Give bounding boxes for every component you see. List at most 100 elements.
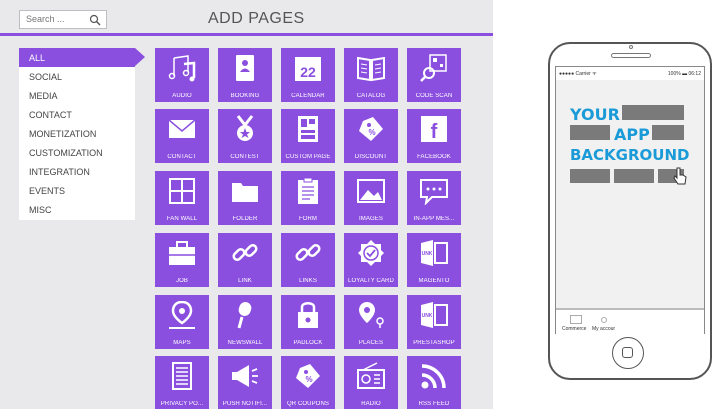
tile-label: FORM — [298, 216, 318, 222]
tile-fan-wall[interactable]: FAN WALL — [155, 171, 209, 225]
tile-facebook[interactable]: f FACEBOOK — [407, 109, 461, 163]
tile-contest[interactable]: CONTEST — [218, 109, 272, 163]
tile-label: FOLDER — [232, 216, 258, 222]
account-tab-icon[interactable] — [600, 316, 608, 324]
facebook-icon: f — [421, 116, 447, 143]
bg-text-app: APP — [614, 125, 650, 144]
category-contact[interactable]: CONTACT — [19, 105, 135, 124]
tile-maps[interactable]: MAPS — [155, 295, 209, 349]
chain-link-icon — [232, 243, 258, 262]
tile-audio[interactable]: AUDIO — [155, 48, 209, 102]
tile-job[interactable]: JOB — [155, 233, 209, 287]
top-bar: Search ... ADD PAGES — [0, 0, 493, 36]
chain-link-icon — [295, 243, 321, 262]
category-social[interactable]: SOCIAL — [19, 67, 135, 86]
status-bar: ●●●●● Carrier ᯤ 100% ▬ 06:12 — [556, 67, 704, 80]
loyalty-badge-icon — [358, 240, 384, 266]
tile-label: MAGENTO — [418, 278, 450, 284]
tile-radio[interactable]: RADIO — [344, 356, 398, 409]
category-list: ALL SOCIAL MEDIA CONTACT MONETIZATION CUSTOMI… — [19, 48, 145, 220]
magento-store-icon: UNK — [421, 240, 448, 266]
qr-scan-icon — [420, 54, 447, 82]
document-icon — [172, 362, 192, 390]
pointer-hand-icon — [673, 167, 687, 185]
tile-custom-page[interactable]: CUSTOM PAGE — [281, 109, 335, 163]
tile-label: BOOKING — [230, 93, 260, 99]
tile-rss-feed[interactable]: RSS FEED — [407, 356, 461, 409]
home-button — [612, 337, 644, 369]
tile-in-app-mes[interactable]: IN-APP MES... — [407, 171, 461, 225]
tile-label: IN-APP MES... — [413, 216, 455, 222]
tile-form[interactable]: FORM — [281, 171, 335, 225]
tile-link[interactable]: LINK — [218, 233, 272, 287]
tile-booking[interactable]: BOOKING — [218, 48, 272, 102]
tile-qr-coupons[interactable]: % QR COUPONS — [281, 356, 335, 409]
tile-label: LINK — [238, 278, 252, 284]
image-icon — [357, 179, 385, 203]
tile-label: IMAGES — [359, 216, 383, 222]
tile-catalog[interactable]: CATALOG — [344, 48, 398, 102]
tile-label: JOB — [176, 278, 188, 284]
category-all[interactable]: ALL — [19, 48, 145, 67]
app-background-preview[interactable]: YOUR APP BACKGROUND — [556, 80, 704, 308]
category-media[interactable]: MEDIA — [19, 86, 135, 105]
tile-loyalty-card[interactable]: LOYALTY CARD — [344, 233, 398, 287]
chat-bubble-icon — [420, 179, 448, 205]
tile-label: PRESTASHOP — [413, 340, 455, 346]
tile-label: LINKS — [299, 278, 317, 284]
phone-speaker — [611, 53, 651, 58]
search-input[interactable]: Search ... — [19, 10, 107, 29]
tile-magento[interactable]: UNK MAGENTO — [407, 233, 461, 287]
tile-places[interactable]: PLACES — [344, 295, 398, 349]
category-integration[interactable]: INTEGRATION — [19, 162, 135, 181]
svg-text:f: f — [431, 121, 438, 143]
envelope-icon — [168, 119, 196, 138]
category-misc[interactable]: MISC — [19, 200, 135, 219]
coupon-tag-icon: % — [296, 364, 320, 388]
tile-label: PUSH NOTIFI... — [222, 401, 268, 407]
tile-label: NEWSWALL — [227, 340, 263, 346]
search-icon[interactable] — [89, 14, 101, 26]
tab-commerce[interactable]: Commerce — [562, 326, 586, 332]
svg-text:UNK: UNK — [422, 251, 433, 257]
tile-label: CATALOG — [356, 93, 386, 99]
tile-images[interactable]: IMAGES — [344, 171, 398, 225]
tile-folder[interactable]: FOLDER — [218, 171, 272, 225]
clipboard-icon — [298, 177, 318, 204]
camera-dot — [629, 45, 633, 49]
category-events[interactable]: EVENTS — [19, 181, 135, 200]
tile-code-scan[interactable]: CODE SCAN — [407, 48, 461, 102]
status-battery-time: 100% ▬ 06:12 — [667, 71, 701, 77]
tile-prestashop[interactable]: UNK PRESTASHOP — [407, 295, 461, 349]
placeholder-bar — [614, 169, 654, 183]
tile-label: QR COUPONS — [286, 401, 329, 407]
tile-contact[interactable]: CONTACT — [155, 109, 209, 163]
tile-push-notifi[interactable]: PUSH NOTIFI... — [218, 356, 272, 409]
tile-links[interactable]: LINKS — [281, 233, 335, 287]
map-pin-icon — [169, 301, 195, 329]
tile-calendar[interactable]: 22 CALENDAR — [281, 48, 335, 102]
tile-label: DISCOUNT — [354, 154, 388, 160]
commerce-tab-icon[interactable] — [570, 315, 582, 324]
layout-icon — [298, 116, 318, 142]
category-customization[interactable]: CUSTOMIZATION — [19, 143, 135, 162]
padlock-icon — [298, 302, 318, 328]
tile-padlock[interactable]: PADLOCK — [281, 295, 335, 349]
svg-text:%: % — [305, 375, 312, 384]
svg-text:%: % — [368, 128, 375, 137]
tile-label: CODE SCAN — [415, 93, 453, 99]
tile-newswall[interactable]: NEWSWALL — [218, 295, 272, 349]
tab-bar: Commerce My accour — [556, 308, 704, 334]
tile-label: FAN WALL — [166, 216, 198, 222]
tile-label: PLACES — [358, 340, 384, 346]
tile-label: CALENDAR — [291, 93, 325, 99]
rss-icon — [421, 364, 446, 389]
editor-panel: Search ... ADD PAGES ALL SOCIAL MEDIA CONTA… — [0, 0, 493, 409]
tile-privacy-po[interactable]: PRIVACY PO... — [155, 356, 209, 409]
placeholder-bar — [570, 169, 610, 183]
tile-discount[interactable]: % DISCOUNT — [344, 109, 398, 163]
tile-label: LOYALTY CARD — [348, 278, 394, 284]
tab-my-account[interactable]: My accour — [592, 326, 615, 332]
category-monetization[interactable]: MONETIZATION — [19, 124, 135, 143]
placeholder-bar — [570, 125, 610, 140]
